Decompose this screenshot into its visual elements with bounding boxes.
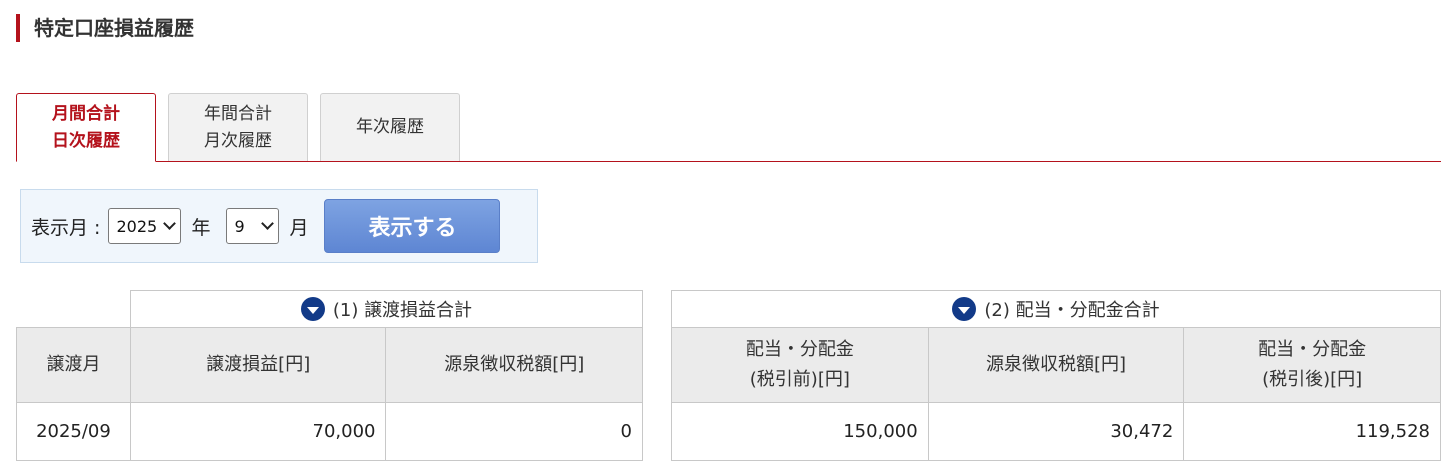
- transfer-group-title: (1) 譲渡損益合計: [332, 300, 473, 321]
- month-select[interactable]: 9: [226, 208, 280, 244]
- header-line1: 配当・分配金: [1258, 339, 1367, 360]
- table-row: 150,000 30,472 119,528: [671, 402, 1441, 461]
- tab-monthly-daily[interactable]: 月間合計 日次履歴: [16, 93, 156, 162]
- month-unit-label: 月: [289, 216, 309, 239]
- collapse-arrow-icon[interactable]: [300, 297, 325, 321]
- display-month-filter: 表示月 : 2025 年 9 月 表示する: [20, 189, 538, 263]
- collapse-arrow-icon[interactable]: [952, 297, 977, 321]
- cell-dividend-gross: 150,000: [671, 402, 929, 461]
- header-line1: 配当・分配金: [745, 339, 854, 360]
- header-line2: (税引前)[円]: [749, 369, 850, 390]
- table-row: 2025/09 70,000 0: [16, 402, 643, 461]
- tab-label-line2: 日次履歴: [52, 130, 120, 151]
- year-unit-label: 年: [191, 216, 211, 239]
- dividend-table: (2) 配当・分配金合計 配当・分配金 (税引前)[円] 源泉徴収税額[円] 配…: [671, 290, 1441, 461]
- column-header-transfer-month: 譲渡月: [16, 327, 131, 403]
- column-header-transfer-profit: 譲渡損益[円]: [129, 327, 387, 403]
- header-line1: 源泉徴収税額[円]: [985, 354, 1127, 375]
- column-header-withholding-tax: 源泉徴収税額[円]: [385, 327, 643, 403]
- column-header-dividend-net: 配当・分配金 (税引後)[円]: [1183, 327, 1441, 403]
- cell-dividend-tax: 30,472: [927, 402, 1185, 461]
- transfer-pl-table: (1) 譲渡損益合計 譲渡月 譲渡損益[円] 源泉徴収税額[円] 2025/09…: [16, 290, 644, 461]
- tab-label-line2: 月次履歴: [204, 130, 272, 151]
- chevron-down-icon: [261, 217, 275, 230]
- month-select-value: 9: [234, 216, 245, 236]
- cell-transfer-profit: 70,000: [129, 402, 387, 461]
- chevron-down-icon: [163, 217, 177, 230]
- tab-label-line1: 年次履歴: [356, 117, 424, 137]
- year-select[interactable]: 2025: [108, 208, 182, 244]
- header-line2: (税引後)[円]: [1262, 369, 1363, 390]
- cell-dividend-net: 119,528: [1183, 402, 1441, 461]
- empty-header-cell: [17, 291, 131, 328]
- column-header-dividend-tax: 源泉徴収税額[円]: [927, 327, 1185, 403]
- tab-yearly-history[interactable]: 年次履歴: [320, 93, 460, 161]
- column-header-dividend-gross: 配当・分配金 (税引前)[円]: [671, 327, 929, 403]
- page-title: 特定口座損益履歴: [16, 14, 194, 42]
- tab-bar: 月間合計 日次履歴 年間合計 月次履歴 年次履歴: [16, 93, 1441, 162]
- display-button[interactable]: 表示する: [324, 199, 501, 253]
- dividend-group-header[interactable]: (2) 配当・分配金合計: [671, 290, 1441, 328]
- cell-transfer-month: 2025/09: [16, 402, 131, 461]
- tab-yearly-monthly[interactable]: 年間合計 月次履歴: [168, 93, 308, 161]
- year-select-value: 2025: [116, 216, 158, 236]
- tab-label-line1: 年間合計: [204, 103, 272, 124]
- tab-label-line1: 月間合計: [52, 103, 120, 124]
- display-month-label: 表示月 :: [31, 216, 101, 239]
- transfer-group-header[interactable]: (1) 譲渡損益合計: [129, 290, 644, 328]
- cell-transfer-tax: 0: [385, 402, 643, 461]
- dividend-group-title: (2) 配当・分配金合計: [984, 300, 1160, 321]
